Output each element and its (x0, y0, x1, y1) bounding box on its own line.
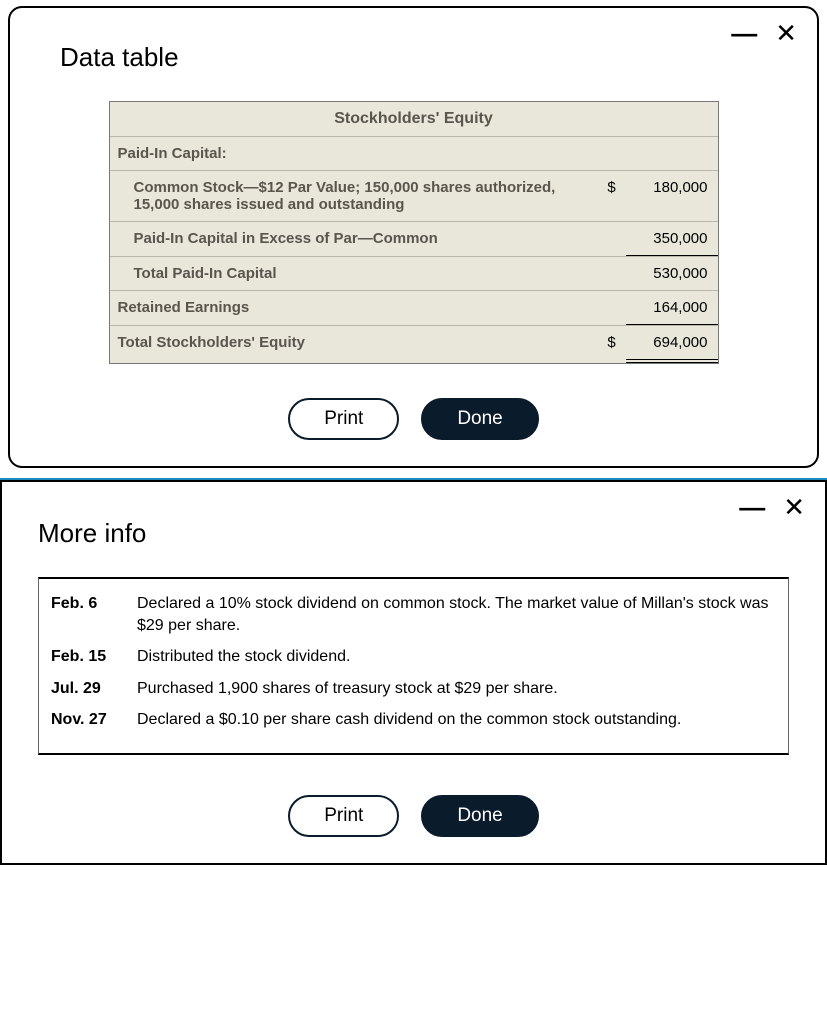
window-controls: — ✕ (731, 20, 797, 46)
event-date: Jul. 29 (51, 678, 123, 700)
done-button[interactable]: Done (421, 398, 538, 440)
stockholders-equity-table: Stockholders' Equity Paid-In Capital: Co… (109, 101, 719, 364)
event-date: Feb. 15 (51, 646, 123, 668)
data-table-modal: — ✕ Data table Stockholders' Equity Paid… (8, 6, 819, 468)
cell-dollar: $ (598, 171, 626, 221)
event-desc: Declared a $0.10 per share cash dividend… (137, 709, 776, 731)
modal-title: More info (38, 518, 795, 549)
print-button[interactable]: Print (288, 795, 399, 837)
event-date: Nov. 27 (51, 709, 123, 731)
print-button[interactable]: Print (288, 398, 399, 440)
cell-value: 350,000 (626, 222, 718, 256)
row-label: Common Stock—$12 Par Value; 150,000 shar… (110, 171, 598, 221)
event-date: Feb. 6 (51, 593, 123, 636)
row-label: Total Stockholders' Equity (110, 326, 598, 363)
cell-dollar (598, 257, 626, 290)
table-header: Stockholders' Equity (110, 102, 718, 137)
event-desc: Distributed the stock dividend. (137, 646, 776, 668)
modal-title: Data table (60, 42, 785, 73)
paid-in-capital-label: Paid-In Capital: (110, 137, 598, 170)
window-controls: — ✕ (739, 494, 805, 520)
list-item: Feb. 15 Distributed the stock dividend. (51, 646, 776, 668)
close-icon[interactable]: ✕ (775, 20, 797, 46)
button-row: Print Done (42, 398, 785, 440)
table-row-total: Total Stockholders' Equity $ 694,000 (110, 326, 718, 363)
close-icon[interactable]: ✕ (783, 494, 805, 520)
minimize-icon[interactable]: — (731, 20, 757, 46)
table-row: Total Paid-In Capital 530,000 (110, 257, 718, 291)
events-table: Feb. 6 Declared a 10% stock dividend on … (38, 577, 789, 755)
cell-dollar (598, 291, 626, 325)
paid-in-capital-section: Paid-In Capital: (110, 137, 718, 171)
row-label: Total Paid-In Capital (110, 257, 598, 290)
cell-value: 180,000 (626, 171, 718, 221)
cell-dollar (598, 222, 626, 256)
list-item: Nov. 27 Declared a $0.10 per share cash … (51, 709, 776, 731)
button-row: Print Done (32, 795, 795, 837)
cell-value: 694,000 (626, 326, 718, 363)
cell-value: 530,000 (626, 257, 718, 290)
table-row: Paid-In Capital in Excess of Par—Common … (110, 222, 718, 257)
cell-dollar: $ (598, 326, 626, 363)
row-label: Paid-In Capital in Excess of Par—Common (110, 222, 598, 256)
list-item: Jul. 29 Purchased 1,900 shares of treasu… (51, 678, 776, 700)
event-desc: Declared a 10% stock dividend on common … (137, 593, 776, 636)
minimize-icon[interactable]: — (739, 494, 765, 520)
done-button[interactable]: Done (421, 795, 538, 837)
cell-dollar (598, 137, 626, 170)
more-info-modal: — ✕ More info Feb. 6 Declared a 10% stoc… (0, 480, 827, 865)
table-header-text: Stockholders' Equity (334, 110, 493, 128)
table-row: Retained Earnings 164,000 (110, 291, 718, 326)
list-item: Feb. 6 Declared a 10% stock dividend on … (51, 593, 776, 636)
cell-value: 164,000 (626, 291, 718, 325)
cell-value (626, 137, 718, 170)
row-label: Retained Earnings (110, 291, 598, 325)
event-desc: Purchased 1,900 shares of treasury stock… (137, 678, 776, 700)
table-row: Common Stock—$12 Par Value; 150,000 shar… (110, 171, 718, 222)
